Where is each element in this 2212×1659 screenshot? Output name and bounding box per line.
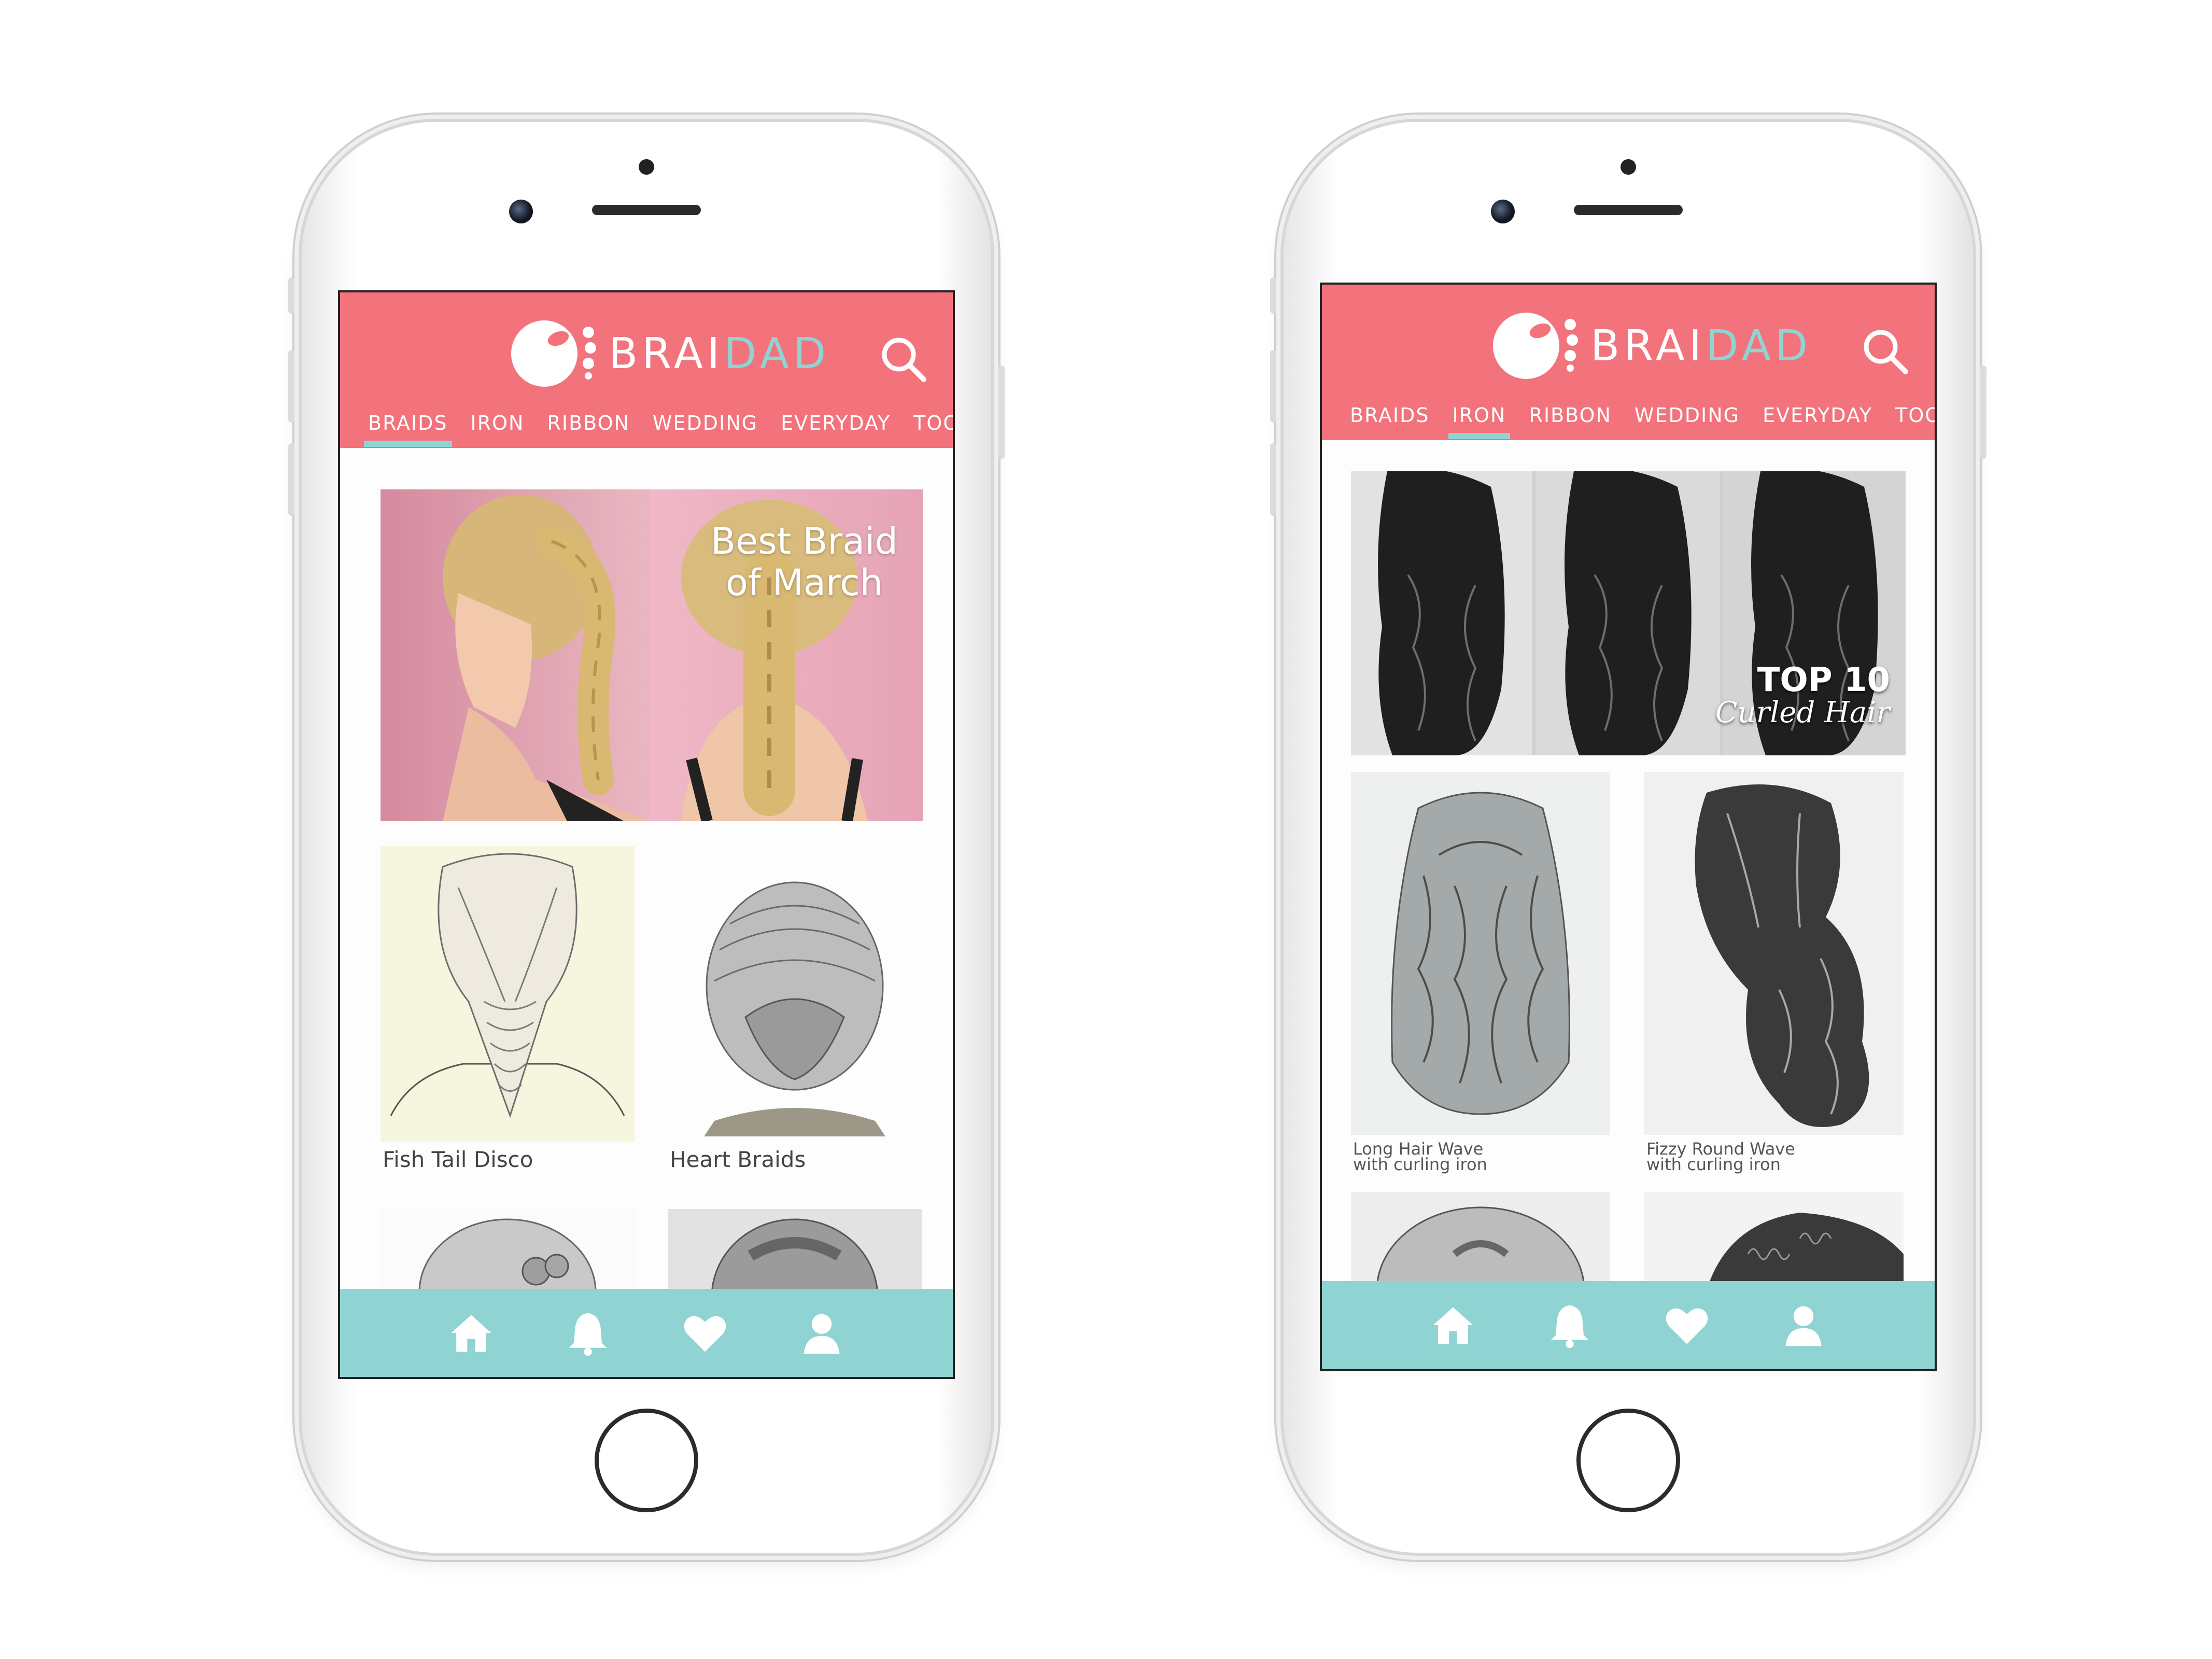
hairstyle-card-wavy-updo[interactable] [1351,1192,1610,1290]
bottom-navigation [340,1289,953,1377]
category-tabs: BRAIDS IRON RIBBON WEDDING EVERYDAY TOOL… [340,406,953,448]
tab-tools[interactable]: TOOLS [1895,399,1935,440]
app-screen: BRAIDAD BRAIDS IRON RIBBON WEDDING EVERY… [1320,283,1937,1371]
app-header: BRAIDAD BRAIDS IRON RIBBON WEDDING EVERY… [1322,285,1935,440]
brand-name: BRAIDAD [609,329,830,378]
hairstyle-card-crown-braid[interactable] [668,1209,922,1298]
bell-icon[interactable] [563,1308,613,1358]
bell-icon[interactable] [1545,1300,1595,1350]
logo-head-icon [511,320,577,387]
search-icon[interactable] [1859,325,1911,377]
crown-braid-sketch [668,1209,922,1298]
logo-braid-icon [581,322,596,385]
card-caption-line2: with curling iron [1353,1155,1487,1174]
tab-everyday[interactable]: EVERYDAY [781,406,891,448]
brand-name-part1: BRAI [609,329,724,378]
featured-banner[interactable]: Best Braid of March [381,489,923,821]
volume-down-button [1270,443,1276,516]
card-caption: Long Hair Wave with curling iron [1353,1141,1487,1174]
tab-wedding[interactable]: WEDDING [1635,399,1740,440]
earpiece-speaker [1574,205,1683,215]
app-header: BRAIDAD BRAIDS IRON RIBBON WEDDING EVERY… [340,292,953,448]
phone-left: BRAIDAD BRAIDS IRON RIBBON WEDDING EVERY… [288,122,1005,1553]
bottom-navigation [1322,1281,1935,1369]
hairstyle-card-fizzy-round-wave[interactable]: Fizzy Round Wave with curling iron [1644,772,1904,1176]
proximity-sensor [639,159,654,175]
power-button [1980,365,1986,459]
tab-everyday[interactable]: EVERYDAY [1763,399,1872,440]
front-camera [509,200,533,223]
user-icon[interactable] [797,1308,847,1358]
brand-name-part2: DAD [1706,321,1812,371]
mockup-stage: BRAIDAD BRAIDS IRON RIBBON WEDDING EVERY… [0,0,2212,1659]
logo-braid-icon [1562,315,1578,377]
tab-wedding[interactable]: WEDDING [653,406,758,448]
heart-icon[interactable] [680,1308,730,1358]
featured-banner[interactable]: TOP 10 Curled Hair [1351,471,1906,755]
fish-tail-sketch [381,846,635,1142]
mute-switch [288,277,294,314]
tab-braids[interactable]: BRAIDS [364,406,452,448]
mute-switch [1270,277,1276,314]
brand-name: BRAIDAD [1590,321,1812,371]
user-icon[interactable] [1779,1300,1828,1350]
power-button [998,365,1005,459]
banner-title-line1: Best Braid [711,520,898,563]
card-caption: Fish Tail Disco [383,1147,533,1172]
tab-ribbon[interactable]: RIBBON [1529,399,1611,440]
banner-title: Best Braid of March [711,521,898,603]
app-logo[interactable]: BRAIDAD [511,317,830,390]
hairstyle-card-fish-tail[interactable]: Fish Tail Disco [381,846,635,1199]
phone-right: BRAIDAD BRAIDS IRON RIBBON WEDDING EVERY… [1270,122,1986,1553]
banner-title-line2: Curled Hair [1715,696,1890,729]
volume-up-button [288,350,294,423]
card-caption: Heart Braids [670,1147,806,1172]
brand-name-part1: BRAI [1590,321,1706,371]
proximity-sensor [1621,159,1636,175]
card-caption: Fizzy Round Wave with curling iron [1646,1141,1795,1174]
feed: TOP 10 Curled Hair Long Hair Wave with c… [1322,440,1935,1290]
hairstyle-card-curly[interactable] [1644,1192,1904,1290]
front-camera [1491,200,1515,223]
curly-sketch [1644,1192,1904,1290]
home-button[interactable] [595,1409,698,1512]
volume-up-button [1270,350,1276,423]
banner-title-line1: TOP 10 [1757,661,1890,699]
app-screen: BRAIDAD BRAIDS IRON RIBBON WEDDING EVERY… [338,290,955,1379]
tab-iron[interactable]: IRON [1448,399,1511,440]
wavy-updo-sketch [1351,1192,1610,1290]
heart-icon[interactable] [1662,1300,1712,1350]
tab-braids[interactable]: BRAIDS [1350,399,1430,440]
tab-tools[interactable]: TOOLS [913,406,953,448]
hairstyle-card-heart-braids[interactable]: Heart Braids [668,846,922,1199]
volume-down-button [288,443,294,516]
app-logo[interactable]: BRAIDAD [1493,310,1812,382]
banner-title: TOP 10 Curled Hair [1715,663,1890,728]
search-icon[interactable] [877,333,929,385]
home-button[interactable] [1576,1409,1680,1512]
earpiece-speaker [592,205,701,215]
tab-iron[interactable]: IRON [471,406,525,448]
brand-name-part2: DAD [724,329,830,378]
feed: Best Braid of March Fish Tail Disco Hear… [340,448,953,1298]
hero-photo-profile [381,489,650,821]
hairstyle-card-long-hair-wave[interactable]: Long Hair Wave with curling iron [1351,772,1610,1176]
long-hair-wave-sketch [1351,772,1610,1135]
heart-braids-sketch [668,846,922,1142]
home-icon[interactable] [446,1308,496,1358]
card-caption-line2: with curling iron [1646,1155,1781,1174]
bun-flowers-sketch [381,1209,635,1298]
banner-title-line2: of March [726,561,883,604]
fizzy-round-wave-sketch [1644,772,1904,1135]
logo-head-icon [1493,313,1559,379]
category-tabs: BRAIDS IRON RIBBON WEDDING EVERYDAY TOOL… [1322,399,1935,440]
home-icon[interactable] [1428,1300,1478,1350]
hairstyle-card-bun-flowers[interactable] [381,1209,635,1298]
tab-ribbon[interactable]: RIBBON [547,406,629,448]
